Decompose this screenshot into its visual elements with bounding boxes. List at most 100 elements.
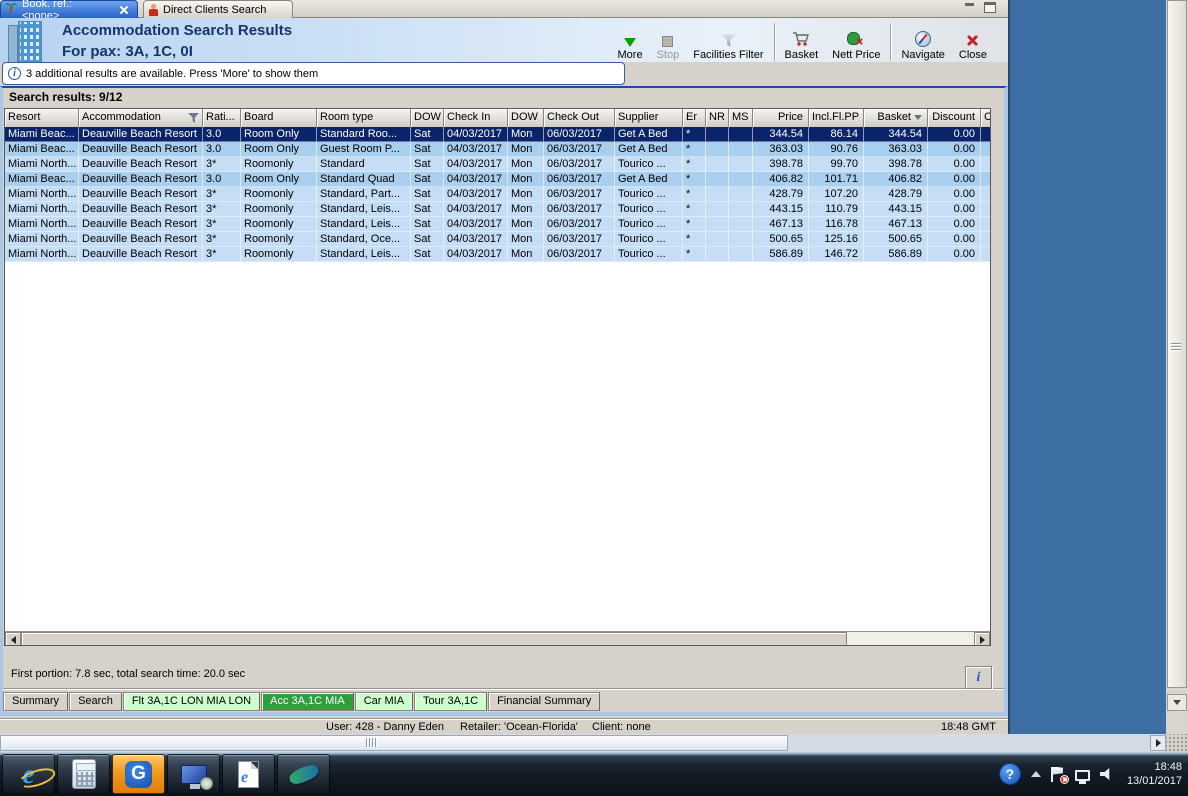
cell-er: * [683,247,706,262]
column-header-dow[interactable]: DOW [411,109,444,127]
cell-incl-fl-pp: 125.16 [809,232,864,247]
tab-summary[interactable]: Summary [3,692,69,711]
cell-board: Roomonly [241,187,317,202]
cell-board: Roomonly [241,232,317,247]
column-header-incl-fl-pp[interactable]: Incl.Fl.PP [809,109,864,127]
column-header-board[interactable]: Board [241,109,317,127]
stop-button[interactable]: Stop [650,21,687,61]
cell-check-in: 04/03/2017 [444,232,508,247]
cell-rati: 3.0 [203,172,241,187]
column-header-check-in[interactable]: Check In [444,109,508,127]
action-center-flag-icon[interactable] [1050,766,1069,784]
tab-car-mia[interactable]: Car MIA [354,692,414,711]
column-header-rati[interactable]: Rati... [203,109,241,127]
network-icon[interactable] [1074,769,1090,784]
taskbar-ie-document[interactable]: e [222,754,275,794]
result-row[interactable]: Miami Beac... Deauville Beach Resort 3.0 Ro… [5,142,990,157]
taskbar-internet-explorer[interactable]: e [2,754,55,794]
cell-er: * [683,172,706,187]
tab-acc-3a-1c-mia[interactable]: Acc 3A,1C MIA [261,692,354,711]
nett-price-button[interactable]: Nett Price [825,21,887,61]
tab-tour-3a-1c[interactable]: Tour 3A,1C [414,692,488,711]
taskbar-remote-desktop[interactable] [167,754,220,794]
divider [3,688,1004,690]
cell-c [981,232,990,247]
close-x-icon [966,34,979,47]
cell-accommodation: Deauville Beach Resort [79,127,203,142]
cell-incl-fl-pp: 146.72 [809,247,864,262]
column-header-price[interactable]: Price [753,109,809,127]
table-horizontal-scrollbar[interactable] [5,631,990,645]
taskbar-map-app[interactable] [277,754,330,794]
cell-c [981,142,990,157]
column-header-nr[interactable]: NR [706,109,729,127]
result-row[interactable]: Miami North... Deauville Beach Resort 3* Ro… [5,232,990,247]
remote-desktop-icon [180,764,213,790]
close-button[interactable]: Close [952,21,994,61]
maximize-button[interactable] [984,2,996,13]
map-app-icon [287,763,320,785]
info-button[interactable]: i [965,666,992,689]
result-row[interactable]: Miami Beac... Deauville Beach Resort 3.0 Ro… [5,127,990,142]
result-row[interactable]: Miami Beac... Deauville Beach Resort 3.0 Ro… [5,172,990,187]
basket-button[interactable]: Basket [778,21,826,61]
facilities-filter-button[interactable]: Facilities Filter [686,21,770,61]
help-icon[interactable]: ? [998,763,1021,785]
show-hidden-icons-arrow[interactable] [1030,771,1041,777]
resize-grip[interactable] [1166,734,1188,752]
cell-dow: Sat [411,172,444,187]
scrollbar-grip-icon [366,738,378,747]
taskbar-calculator[interactable] [57,754,110,794]
arrow-right-icon [1155,739,1161,747]
column-header-c[interactable]: C [981,109,990,127]
vertical-scrollbar[interactable] [1166,0,1188,734]
column-header-dow[interactable]: DOW [508,109,544,127]
table-scrollbar-thumb[interactable] [21,632,847,645]
cell-price: 398.78 [753,157,809,172]
column-header-supplier[interactable]: Supplier [615,109,683,127]
arrow-left-icon [10,635,16,644]
scroll-left-button[interactable] [5,632,21,645]
cell-rati: 3* [203,202,241,217]
tab-search[interactable]: Search [69,692,122,711]
cell-resort: Miami Beac... [5,142,79,157]
column-header-discount[interactable]: Discount [928,109,981,127]
window-tab-strip: Book. ref.: <none> Direct Clients Search [0,0,1008,22]
table-scrollbar-track[interactable] [847,632,974,645]
column-header-basket[interactable]: Basket [864,109,928,127]
cell-accommodation: Deauville Beach Resort [79,202,203,217]
column-header-er[interactable]: Er [683,109,706,127]
column-filter-icon[interactable] [188,113,199,123]
close-icon[interactable] [119,5,129,15]
taskbar-clock[interactable]: 18:48 13/01/2017 [1127,760,1182,788]
cell-ms [729,217,753,232]
result-row[interactable]: Miami North... Deauville Beach Resort 3* Ro… [5,187,990,202]
tab-flt-3a-1c-lon-mia-lon[interactable]: Flt 3A,1C LON MIA LON [122,692,261,711]
cell-ms [729,187,753,202]
result-row[interactable]: Miami North... Deauville Beach Resort 3* Ro… [5,247,990,262]
column-header-check-out[interactable]: Check Out [544,109,615,127]
column-header-ms[interactable]: MS [729,109,753,127]
window-tab-booking-ref[interactable]: Book. ref.: <none> [0,0,138,22]
minimize-button[interactable] [964,2,976,12]
result-row[interactable]: Miami North... Deauville Beach Resort 3* Ro… [5,202,990,217]
more-button[interactable]: More [611,21,650,61]
cell-nr [706,127,729,142]
scroll-right-button[interactable] [974,632,990,645]
cell-dow: Sat [411,187,444,202]
result-row[interactable]: Miami North... Deauville Beach Resort 3* Ro… [5,217,990,232]
tab-financial-summary[interactable]: Financial Summary [488,692,601,711]
horizontal-scrollbar-thumb[interactable] [0,735,788,751]
column-header-accommodation[interactable]: Accommodation [79,109,203,127]
volume-icon[interactable] [1099,768,1110,780]
window-tab-direct-clients-search[interactable]: Direct Clients Search [143,0,293,18]
result-row[interactable]: Miami North... Deauville Beach Resort 3* Ro… [5,157,990,172]
column-header-resort[interactable]: Resort [5,109,79,127]
scroll-down-button[interactable] [1167,694,1187,711]
cell-accommodation: Deauville Beach Resort [79,142,203,157]
navigate-button[interactable]: Navigate [894,21,951,61]
column-header-room-type[interactable]: Room type [317,109,411,127]
scroll-right-button[interactable] [1150,735,1166,751]
horizontal-scrollbar[interactable] [0,734,1166,752]
taskbar-booking-app[interactable]: G [112,754,165,794]
